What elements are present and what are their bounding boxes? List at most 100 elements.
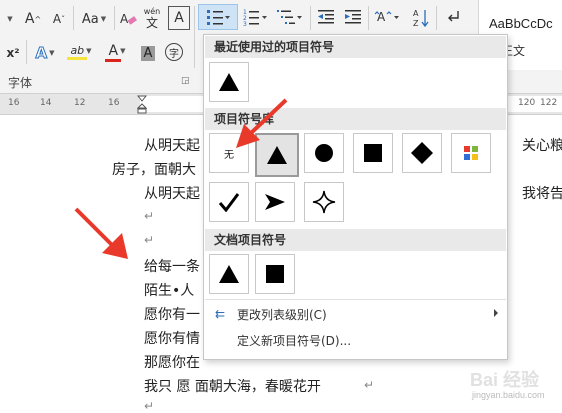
square-icon	[266, 265, 284, 283]
font-dialog-launcher-icon[interactable]: ◲	[181, 76, 190, 86]
square-icon	[364, 144, 382, 162]
document-line: 从明天起	[144, 138, 200, 154]
separator	[114, 6, 115, 30]
clear-format-button[interactable]: A	[118, 8, 138, 30]
shrink-font-label: A	[52, 12, 62, 26]
highlight-color-button[interactable]: ab ▼	[64, 40, 98, 64]
change-case-label: Aa	[81, 11, 99, 27]
bullet-option-diamond[interactable]	[402, 133, 442, 173]
paragraph-mark: ↵	[144, 233, 155, 247]
define-new-bullet-item[interactable]: 定义新项目符号(D)...	[205, 327, 506, 353]
diamond-icon	[411, 142, 433, 164]
sort-icon: A Z	[413, 9, 429, 28]
increase-indent-button[interactable]	[342, 6, 364, 28]
change-list-level-label: 更改列表级别(C)	[237, 307, 327, 322]
circle-icon	[315, 144, 333, 162]
document-line: 陌生•人	[144, 283, 195, 299]
decrease-indent-button[interactable]	[315, 6, 337, 28]
separator	[26, 40, 27, 64]
phonetic-guide-button[interactable]: wén 文	[142, 4, 162, 32]
superscript-button[interactable]: x²	[4, 42, 22, 64]
bullets-list-icon	[207, 10, 230, 25]
svg-text:A: A	[377, 10, 386, 24]
change-case-button[interactable]: Aa ▼	[78, 8, 110, 30]
menu-divider	[205, 299, 506, 300]
star-outline-icon	[312, 190, 336, 214]
enclose-characters-button[interactable]: 字	[162, 41, 186, 63]
font-color-label: A	[108, 42, 119, 59]
triangle-icon	[219, 265, 239, 283]
bullet-option-star-outline[interactable]	[304, 182, 344, 222]
separator	[73, 6, 74, 30]
increase-indent-icon	[345, 10, 361, 24]
character-shading-label: A	[140, 45, 156, 61]
bullet-option-checkmark[interactable]	[209, 182, 249, 222]
document-line-tail: 我将告	[522, 186, 562, 202]
chinese-layout-icon: A	[374, 10, 399, 24]
red-arrow-icon	[74, 207, 128, 259]
checkmark-icon	[218, 193, 240, 212]
document-line-tail: 关心粮	[522, 138, 562, 154]
text-effects-button[interactable]: A ▼	[30, 42, 60, 64]
document-bullet-square[interactable]	[255, 254, 295, 294]
change-list-level-item[interactable]: ⇇ 更改列表级别(C)	[205, 301, 506, 327]
ruler-tick: 16	[8, 98, 20, 108]
chinese-layout-button[interactable]: A	[372, 6, 402, 28]
document-line: 那愿你在	[144, 355, 200, 371]
list-level-icon: ⇇	[214, 307, 226, 321]
phonetic-guide-pinyin: wén	[143, 6, 161, 16]
enclose-characters-label: 字	[165, 43, 183, 61]
eraser-icon: A	[120, 12, 137, 26]
document-bullets-header: 文档项目符号	[205, 229, 506, 251]
svg-text:A: A	[413, 9, 419, 18]
sort-button[interactable]: A Z	[410, 4, 432, 32]
grow-font-button[interactable]: A ^	[22, 8, 44, 30]
four-color-icon	[464, 146, 478, 160]
bullet-option-square[interactable]	[353, 133, 393, 173]
document-line: 愿你有一	[144, 307, 200, 323]
show-formatting-button[interactable]	[442, 6, 464, 28]
arrowhead-icon	[265, 194, 285, 210]
ruler-tick: 12	[74, 98, 86, 108]
ruler-tick: 14	[40, 98, 52, 108]
svg-text:3: 3	[243, 21, 247, 26]
paragraph-mark: ↵	[364, 378, 375, 392]
red-arrow-icon	[236, 98, 288, 148]
bullet-library-dropdown: 最近使用过的项目符号 项目符号库 无 文档项目符号 ⇇ 更改列表级别(C) 定义…	[203, 34, 508, 360]
separator	[310, 6, 311, 30]
bullet-option-circle[interactable]	[304, 133, 344, 173]
multilevel-list-icon	[277, 10, 302, 24]
multilevel-list-button[interactable]	[274, 6, 306, 28]
shrink-font-button[interactable]: Aˇ	[48, 8, 70, 30]
phonetic-guide-char: 文	[145, 15, 158, 30]
svg-text:Z: Z	[413, 19, 419, 28]
indent-marker-icon[interactable]	[137, 95, 147, 115]
submenu-arrow-icon	[494, 309, 498, 317]
font-color-button[interactable]: A ▼	[102, 40, 132, 64]
font-size-dropdown-icon[interactable]: ▼	[4, 8, 14, 30]
grow-font-label: A	[24, 11, 35, 27]
bullet-option-four-color[interactable]	[451, 133, 491, 173]
document-line: 从明天起	[144, 186, 200, 202]
character-shading-button[interactable]: A	[138, 42, 158, 64]
svg-text:A: A	[120, 12, 129, 26]
document-line: 愿你有情	[144, 331, 200, 347]
recent-bullets-header: 最近使用过的项目符号	[205, 36, 506, 58]
paragraph-mark: ↵	[144, 209, 155, 223]
bullets-button[interactable]	[198, 4, 238, 30]
highlight-color-swatch	[67, 57, 87, 60]
numbering-button[interactable]: 1 2 3	[240, 6, 270, 28]
bullet-option-arrowhead[interactable]	[255, 182, 295, 222]
document-line: 给每一条	[144, 259, 200, 275]
arrow-left-icon	[448, 11, 459, 22]
ruler-tick: 16	[108, 98, 120, 108]
ruler-tick: 120	[518, 98, 536, 108]
separator	[194, 6, 195, 68]
character-border-label: A	[174, 10, 184, 26]
document-bullet-triangle[interactable]	[209, 254, 249, 294]
document-line: 房子，面朝大	[112, 162, 196, 178]
watermark-text: Bai 经验	[470, 369, 540, 390]
character-border-button[interactable]: A	[168, 6, 190, 30]
triangle-icon	[219, 73, 239, 91]
document-line: 我只 愿 面朝大海，春暖花开	[144, 379, 321, 395]
